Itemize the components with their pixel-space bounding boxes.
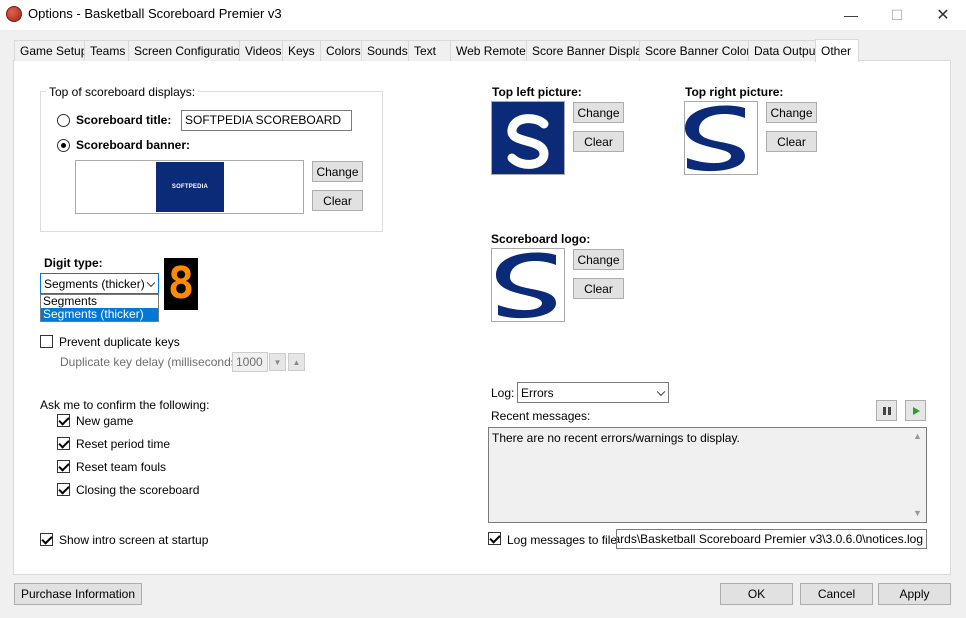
banner-image-text: SOFTPEDIA xyxy=(171,184,209,190)
prevent-duplicate-keys-label: Prevent duplicate keys xyxy=(59,335,180,349)
top-right-picture-label: Top right picture: xyxy=(685,85,784,99)
ok-button[interactable]: OK xyxy=(720,583,793,605)
chevron-down-icon xyxy=(656,387,666,396)
top-left-clear-button[interactable]: Clear xyxy=(573,131,624,152)
purchase-information-button[interactable]: Purchase Information xyxy=(14,583,142,605)
scoreboard-title-input[interactable]: SOFTPEDIA SCOREBOARD xyxy=(181,110,352,131)
scoreboard-logo-picture xyxy=(491,248,565,322)
window-title: Options - Basketball Scoreboard Premier … xyxy=(28,6,282,21)
tab-score-banner-colors[interactable]: Score Banner Colors xyxy=(639,40,756,61)
logo-clear-button[interactable]: Clear xyxy=(573,278,624,299)
tab-screen-configuration[interactable]: Screen Configuration xyxy=(128,40,247,61)
tab-text[interactable]: Text xyxy=(408,40,451,61)
pause-icon xyxy=(882,406,891,415)
confirm-reset-period-checkbox[interactable] xyxy=(57,437,70,450)
digit-type-selected: Segments (thicker) xyxy=(44,276,145,291)
delay-decrement-button[interactable]: ▼ xyxy=(269,353,286,371)
banner-clear-button[interactable]: Clear xyxy=(312,190,363,211)
top-left-picture xyxy=(491,101,565,175)
tab-colors[interactable]: Colors xyxy=(320,40,362,61)
top-right-clear-button[interactable]: Clear xyxy=(766,131,817,152)
log-label: Log: xyxy=(491,386,515,400)
softpedia-banner-image: SOFTPEDIA xyxy=(156,162,224,212)
duplicate-key-delay-input[interactable]: 1000 xyxy=(232,352,268,372)
scoreboard-banner-label: Scoreboard banner: xyxy=(76,138,191,152)
s-swoosh-icon xyxy=(685,105,745,172)
tab-sounds[interactable]: Sounds xyxy=(361,40,409,61)
show-intro-checkbox[interactable] xyxy=(40,533,53,546)
scroll-down-icon[interactable]: ▼ xyxy=(913,508,922,518)
digit-type-dropdown[interactable]: Segments (thicker) xyxy=(40,273,159,294)
duplicate-key-delay-label: Duplicate key delay (milliseconds): xyxy=(60,355,245,369)
top-right-change-button[interactable]: Change xyxy=(766,102,817,123)
top-left-picture-label: Top left picture: xyxy=(492,85,582,99)
tab-keys[interactable]: Keys xyxy=(282,40,321,61)
banner-change-button[interactable]: Change xyxy=(312,161,363,182)
tab-game-setup[interactable]: Game Setup xyxy=(14,40,87,61)
scoreboard-banner-preview: SOFTPEDIA xyxy=(75,160,304,214)
scoreboard-title-label: Scoreboard title: xyxy=(76,113,172,127)
confirm-closing-checkbox[interactable] xyxy=(57,483,70,496)
confirm-new-game-label: New game xyxy=(76,414,134,428)
tab-videos[interactable]: Videos xyxy=(239,40,283,61)
apply-button[interactable]: Apply xyxy=(878,583,951,605)
logo-change-button[interactable]: Change xyxy=(573,249,624,270)
scoreboard-title-radio[interactable] xyxy=(57,114,70,127)
delay-increment-button[interactable]: ▲ xyxy=(288,353,305,371)
top-right-picture xyxy=(684,101,758,175)
tab-data-output[interactable]: Data Output xyxy=(748,40,819,61)
log-to-file-checkbox[interactable] xyxy=(488,532,501,545)
log-file-path-input[interactable]: oreboards\Basketball Scoreboard Premier … xyxy=(616,529,927,549)
tab-other[interactable]: Other xyxy=(815,39,859,62)
prevent-duplicate-keys-checkbox[interactable] xyxy=(40,335,53,348)
recent-messages-text: There are no recent errors/warnings to d… xyxy=(492,431,740,445)
basketball-app-icon xyxy=(6,6,22,22)
log-file-path-text: oreboards\Basketball Scoreboard Premier … xyxy=(616,532,923,546)
recent-messages-box[interactable]: There are no recent errors/warnings to d… xyxy=(488,427,927,523)
confirm-new-game-checkbox[interactable] xyxy=(57,414,70,427)
minimize-button[interactable]: — xyxy=(828,0,874,30)
recent-messages-label: Recent messages: xyxy=(491,409,591,423)
digit-preview: 8 xyxy=(164,258,198,310)
digit-type-options-list: Segments Segments (thicker) xyxy=(40,294,159,322)
play-icon xyxy=(912,406,920,415)
confirm-closing-label: Closing the scoreboard xyxy=(76,483,200,497)
top-of-scoreboard-legend: Top of scoreboard displays: xyxy=(46,85,199,99)
pause-button[interactable] xyxy=(876,400,897,421)
scroll-up-icon[interactable]: ▲ xyxy=(913,431,922,441)
scoreboard-logo-label: Scoreboard logo: xyxy=(491,232,591,246)
tab-score-banner-display[interactable]: Score Banner Display xyxy=(526,40,648,61)
tab-web-remote[interactable]: Web Remote xyxy=(450,40,527,61)
show-intro-label: Show intro screen at startup xyxy=(59,533,209,547)
confirm-reset-fouls-checkbox[interactable] xyxy=(57,460,70,473)
log-level-selected: Errors xyxy=(521,385,554,400)
maximize-button[interactable]: ☐ xyxy=(874,0,920,30)
digit-type-label: Digit type: xyxy=(44,256,103,270)
chevron-down-icon xyxy=(146,278,156,287)
top-left-change-button[interactable]: Change xyxy=(573,102,624,123)
s-logo-icon xyxy=(507,114,549,169)
scoreboard-banner-radio[interactable] xyxy=(57,139,70,152)
confirm-reset-period-label: Reset period time xyxy=(76,437,171,451)
tab-teams[interactable]: Teams xyxy=(84,40,129,61)
confirm-reset-fouls-label: Reset team fouls xyxy=(76,460,167,474)
close-button[interactable]: ✕ xyxy=(920,0,966,30)
s-swoosh-logo-icon xyxy=(496,252,556,319)
tab-strip: Game Setup Teams Screen Configuration Vi… xyxy=(14,39,859,62)
digit-preview-value: 8 xyxy=(167,258,195,309)
digit-option-segments-thicker[interactable]: Segments (thicker) xyxy=(41,308,158,321)
play-button[interactable] xyxy=(905,400,926,421)
log-level-dropdown[interactable]: Errors xyxy=(517,382,669,403)
log-to-file-label: Log messages to file: xyxy=(507,533,621,547)
cancel-button[interactable]: Cancel xyxy=(800,583,873,605)
confirm-heading: Ask me to confirm the following: xyxy=(40,398,210,412)
